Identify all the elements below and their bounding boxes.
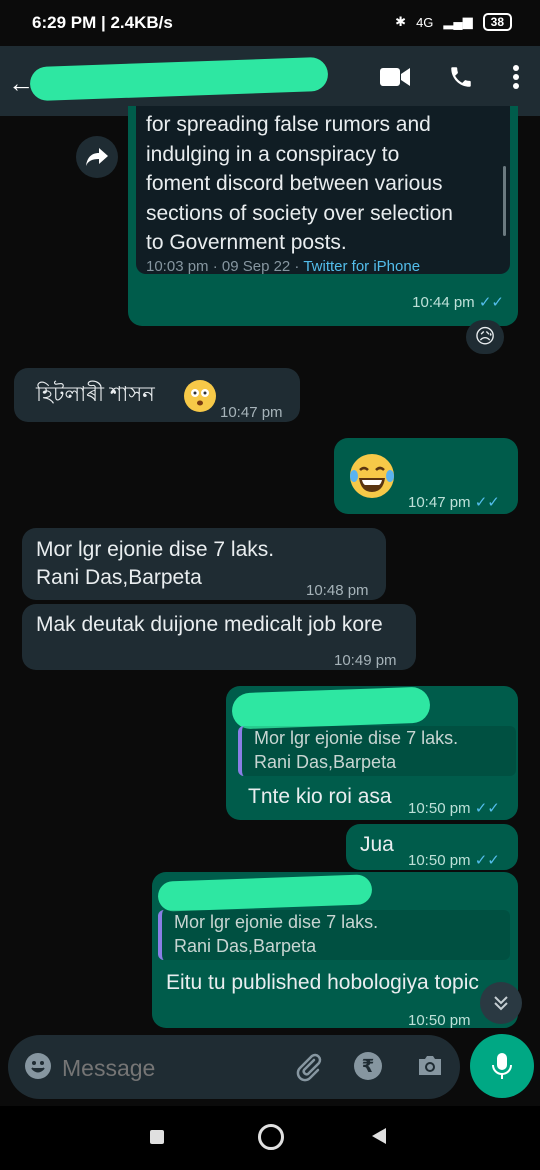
- camera-icon[interactable]: [416, 1053, 444, 1084]
- emoji-icon[interactable]: [24, 1052, 52, 1085]
- sad-face-emoji: 😥: [474, 326, 496, 348]
- tweet-line: indulging in a conspiracy to: [146, 142, 400, 166]
- double-check-icon: ✓✓: [474, 852, 500, 869]
- incoming-message[interactable]: Mor lgr ejonie dise 7 laks. Rani Das,Bar…: [22, 528, 386, 600]
- tweet-date: 10:03 pm · 09 Sep 22 ·: [146, 258, 304, 275]
- redacted-contact-name: [29, 56, 329, 102]
- payment-rupee-icon[interactable]: ₹: [354, 1052, 382, 1080]
- message-time: 10:47 pm: [408, 494, 471, 511]
- redacted-reply-sender: [231, 686, 431, 730]
- incoming-message[interactable]: Mak deutak duijone medicalt job kore 10:…: [22, 604, 416, 670]
- message-time: 10:48 pm: [306, 582, 369, 599]
- reaction-badge[interactable]: 😥: [466, 320, 504, 354]
- message-time: 10:44 pm: [412, 294, 475, 311]
- quoted-message[interactable]: Mor lgr ejonie dise 7 laks. Rani Das,Bar…: [238, 726, 516, 776]
- outgoing-reply-message[interactable]: Mor lgr ejonie dise 7 laks. Rani Das,Bar…: [226, 686, 518, 820]
- tweet-line: for spreading false rumors and: [146, 113, 431, 136]
- message-text: Eitu tu published hobologiya topic: [166, 971, 479, 994]
- home-circle-icon[interactable]: [258, 1124, 284, 1150]
- system-navigation-bar: [0, 1106, 540, 1170]
- message-text: Jua: [360, 833, 394, 856]
- double-check-icon: ✓✓: [474, 800, 500, 817]
- forwarded-tweet-bubble[interactable]: for spreading false rumors and indulging…: [128, 106, 518, 326]
- status-time: 6:29 PM | 2.4KB/s: [32, 13, 173, 32]
- message-composer[interactable]: ₹: [8, 1035, 460, 1099]
- battery-level: 38: [482, 13, 512, 31]
- scroll-to-bottom-button[interactable]: [480, 982, 522, 1024]
- forward-icon[interactable]: [76, 136, 118, 178]
- back-triangle-icon[interactable]: [370, 1126, 388, 1151]
- status-bar: 6:29 PM | 2.4KB/s ✱ 4G ▂▄▆ 38: [0, 0, 540, 46]
- quoted-message[interactable]: Mor lgr ejonie dise 7 laks. Rani Das,Bar…: [158, 910, 510, 960]
- video-call-icon[interactable]: [380, 66, 410, 93]
- double-check-icon: ✓✓: [474, 494, 500, 511]
- message-text: হিটলাৰী শাসন: [36, 383, 155, 406]
- phone-call-icon[interactable]: [448, 64, 474, 95]
- tweet-line: foment discord between various: [146, 172, 443, 195]
- message-time: 10:47 pm: [220, 404, 283, 421]
- signal-icon: ▂▄▆: [443, 14, 473, 29]
- recents-square-icon[interactable]: [150, 1130, 164, 1144]
- incoming-message[interactable]: হিটলাৰী শাসন 10:47 pm: [14, 368, 300, 422]
- message-time: 10:49 pm: [334, 652, 397, 669]
- message-text: Tnte kio roi asa: [248, 785, 392, 808]
- redacted-reply-sender: [157, 874, 373, 912]
- quoted-text-line: Mor lgr ejonie dise 7 laks.: [174, 912, 379, 932]
- message-text-line: Mor lgr ejonie dise 7 laks.: [36, 538, 275, 561]
- message-time: 10:50 pm: [408, 800, 471, 817]
- outgoing-message[interactable]: Jua 10:50 pm ✓✓: [346, 824, 518, 870]
- quoted-text-line: Mor lgr ejonie dise 7 laks.: [254, 728, 459, 748]
- quoted-text-line: Rani Das,Barpeta: [254, 752, 397, 772]
- message-time: 10:50 pm: [408, 852, 471, 869]
- astonished-face-emoji: [184, 380, 216, 412]
- tweet-source-link[interactable]: Twitter for iPhone: [303, 258, 420, 275]
- outgoing-message[interactable]: 10:47 pm ✓✓: [334, 438, 518, 514]
- tweet-card[interactable]: for spreading false rumors and indulging…: [136, 106, 510, 275]
- double-check-icon: ✓✓: [478, 294, 504, 311]
- network-label: 4G: [416, 14, 434, 30]
- mic-icon: [492, 1053, 512, 1079]
- message-time: 10:50 pm: [408, 1012, 471, 1028]
- message-input[interactable]: [60, 1049, 264, 1087]
- chat-area[interactable]: for spreading false rumors and indulging…: [0, 106, 540, 1036]
- voice-record-button[interactable]: [470, 1034, 534, 1098]
- laughing-tears-emoji: [348, 452, 396, 509]
- bluetooth-icon: ✱: [395, 14, 407, 29]
- double-chevron-down-icon: [494, 996, 508, 1011]
- message-text: Mak deutak duijone medicalt job kore: [36, 613, 383, 636]
- outgoing-reply-message[interactable]: Mor lgr ejonie dise 7 laks. Rani Das,Bar…: [152, 872, 518, 1028]
- more-options-icon[interactable]: [512, 64, 520, 95]
- attachment-icon[interactable]: [294, 1052, 324, 1087]
- tweet-line: sections of society over selection: [146, 201, 453, 225]
- quoted-text-line: Rani Das,Barpeta: [174, 936, 317, 956]
- message-text-line: Rani Das,Barpeta: [36, 566, 202, 589]
- status-icons: ✱ 4G ▂▄▆ 38: [395, 13, 512, 31]
- tweet-scrollbar: [503, 166, 506, 236]
